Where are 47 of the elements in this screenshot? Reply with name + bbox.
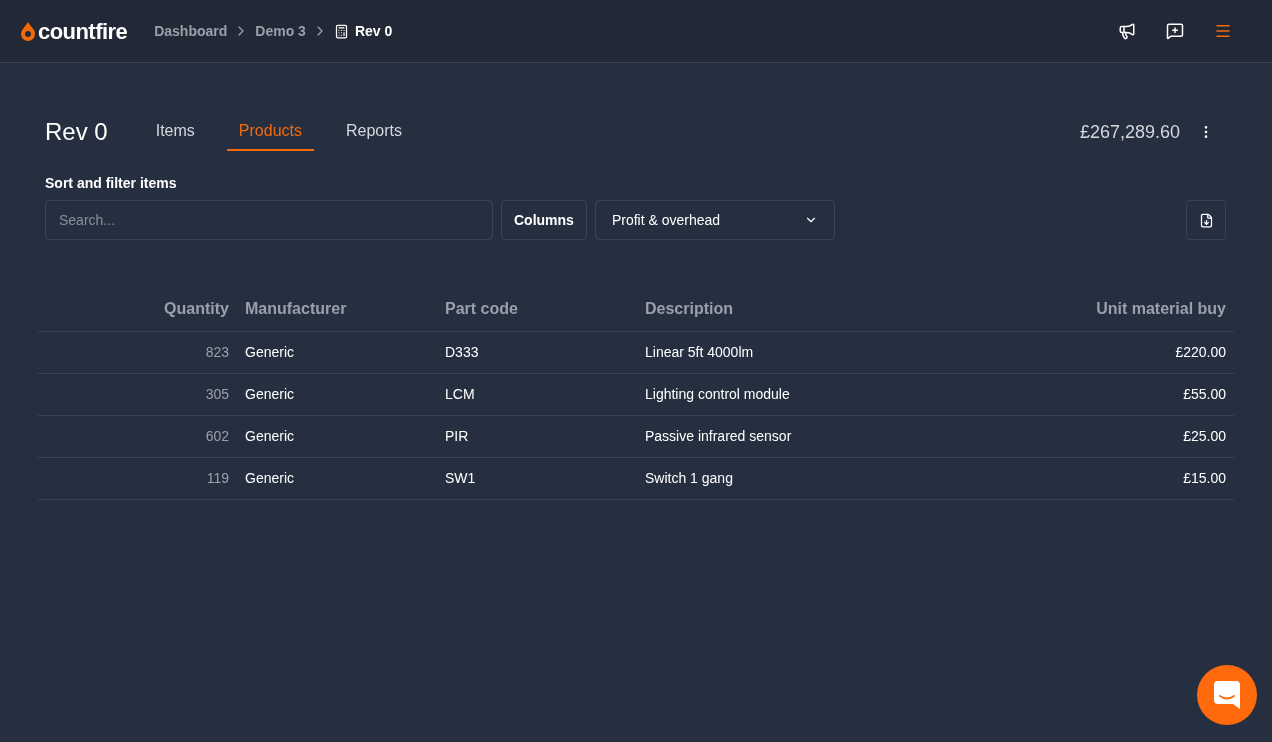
table-cell-text: Generic bbox=[245, 385, 296, 404]
chat-bubble-icon bbox=[1214, 681, 1240, 709]
table-cell-text: Generic bbox=[245, 469, 296, 488]
column-header: Quantity bbox=[163, 298, 230, 319]
table-cell-text: Passive infrared sensor bbox=[645, 427, 793, 446]
flame-logo-icon bbox=[20, 21, 36, 41]
tab[interactable]: Products bbox=[226, 113, 314, 151]
view-select[interactable]: Profit & overhead bbox=[594, 200, 835, 240]
table-cell-text: PIR bbox=[445, 427, 470, 446]
table-cell-text: LCM bbox=[445, 385, 476, 404]
export-button[interactable] bbox=[1186, 200, 1226, 240]
table-cell-text: £15.00 bbox=[1182, 469, 1227, 488]
chat-launcher-button[interactable] bbox=[1197, 665, 1257, 725]
table-cell-text: SW1 bbox=[445, 469, 477, 488]
table-cell-text: £25.00 bbox=[1182, 427, 1227, 446]
column-header: Unit material buy bbox=[1095, 298, 1227, 319]
page-title: Rev 0 bbox=[45, 117, 108, 147]
menu-icon[interactable] bbox=[1214, 22, 1232, 40]
add-comment-icon[interactable] bbox=[1166, 22, 1184, 40]
megaphone-icon[interactable] bbox=[1118, 22, 1136, 40]
breadcrumb-link[interactable]: Dashboard bbox=[154, 20, 228, 42]
tab[interactable]: Reports bbox=[333, 113, 414, 151]
tab[interactable]: Items bbox=[143, 113, 207, 151]
brand-logo[interactable]: countfire bbox=[38, 14, 128, 48]
column-header: Manufacturer bbox=[245, 298, 348, 319]
columns-button[interactable]: Columns bbox=[501, 200, 587, 240]
table-cell-text: 119 bbox=[205, 469, 230, 488]
table-cell-text: D333 bbox=[445, 343, 480, 362]
filter-label: Sort and filter items bbox=[44, 174, 177, 193]
search-field[interactable]: Search... bbox=[45, 200, 493, 240]
table-cell-text: £220.00 bbox=[1174, 343, 1227, 362]
calculator-icon bbox=[333, 23, 349, 39]
column-header: Part code bbox=[445, 298, 519, 319]
table-cell-text: £55.00 bbox=[1182, 385, 1227, 404]
table-cell-text: 602 bbox=[204, 427, 230, 446]
table-cell-text: Generic bbox=[245, 427, 296, 446]
table-cell-text: 823 bbox=[204, 343, 230, 362]
table-cell-text: Generic bbox=[245, 343, 296, 362]
file-download-icon bbox=[1198, 212, 1214, 228]
breadcrumb-link[interactable]: Demo 3 bbox=[255, 20, 306, 42]
total-amount: £267,289.60 bbox=[1079, 120, 1180, 144]
table-cell-text: Linear 5ft 4000lm bbox=[645, 343, 755, 362]
table-cell-text: 305 bbox=[204, 385, 230, 404]
table-cell-text: Switch 1 gang bbox=[645, 469, 734, 488]
column-header: Description bbox=[645, 298, 734, 319]
breadcrumb-link[interactable]: Rev 0 bbox=[354, 20, 393, 42]
table-cell-text: Lighting control module bbox=[645, 385, 791, 404]
